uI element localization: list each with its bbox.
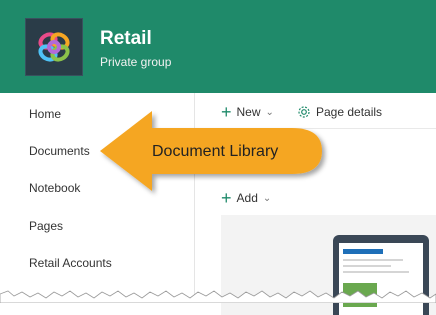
sidebar-item-retail-accounts[interactable]: Retail Accounts	[29, 256, 112, 270]
page-details-button[interactable]: Page details	[297, 105, 382, 119]
site-logo[interactable]	[25, 18, 83, 76]
plus-icon: +	[221, 102, 232, 122]
site-subtitle: Private group	[100, 55, 172, 69]
divider	[195, 128, 436, 129]
screen-line	[343, 271, 409, 273]
laptop-screen	[339, 243, 423, 315]
chevron-down-icon: ⌄	[265, 106, 274, 118]
new-label: New	[236, 105, 261, 119]
torn-edge-decoration	[0, 290, 436, 303]
screen-header-bar	[343, 249, 383, 254]
site-title[interactable]: Retail	[100, 28, 152, 50]
left-navigation: Home Documents Notebook Pages Retail Acc…	[0, 93, 195, 303]
screen-line	[343, 265, 391, 267]
screen-line	[343, 259, 403, 261]
laptop-illustration	[333, 235, 429, 315]
gear-icon	[298, 106, 310, 118]
sidebar-item-notebook[interactable]: Notebook	[29, 181, 80, 195]
news-heading: News	[221, 156, 269, 176]
new-button[interactable]: + New ⌄	[221, 102, 274, 122]
add-button[interactable]: + Add ⌄	[221, 188, 272, 208]
add-label: Add	[236, 191, 258, 205]
colorful-knot-logo-icon	[38, 32, 70, 62]
plus-icon: +	[221, 188, 232, 208]
page-details-label: Page details	[316, 105, 383, 119]
main-content: + New ⌄ Page details News + Add ⌄	[195, 93, 436, 315]
sidebar-item-home[interactable]: Home	[29, 107, 61, 121]
sidebar-item-documents[interactable]: Documents	[29, 144, 90, 158]
chevron-down-icon: ⌄	[262, 192, 272, 204]
sidebar-item-pages[interactable]: Pages	[29, 219, 63, 233]
site-header: Retail Private group	[0, 0, 436, 93]
